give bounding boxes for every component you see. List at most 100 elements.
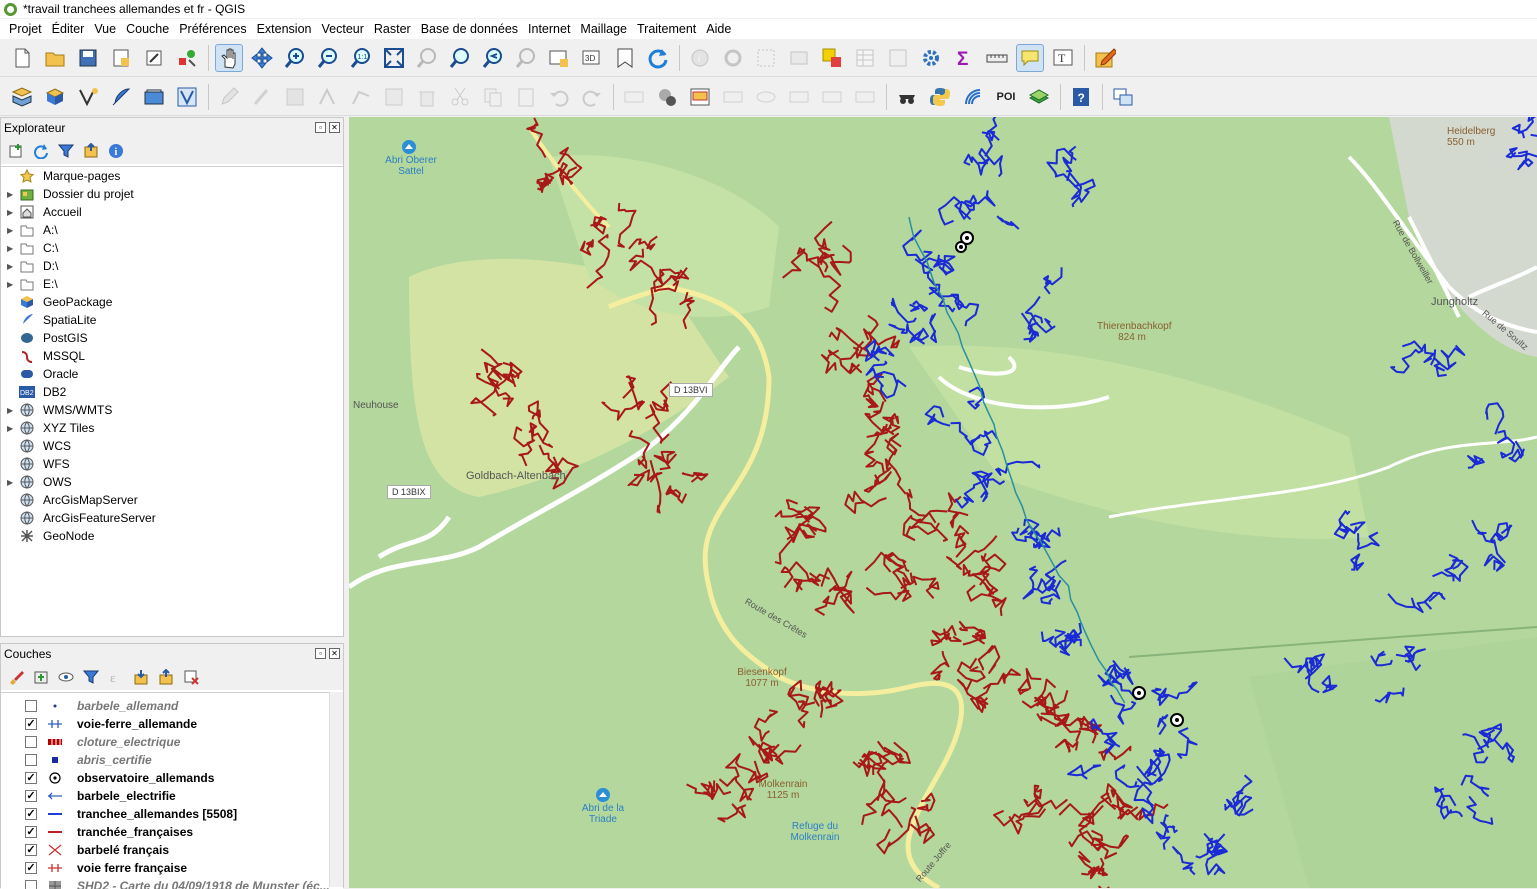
quickmap-services-button[interactable]: [893, 83, 921, 111]
data-source-manager-button[interactable]: [8, 83, 36, 111]
filter-legend-icon[interactable]: [82, 668, 100, 686]
explorer-item[interactable]: GeoPackage: [1, 293, 343, 311]
explorer-item[interactable]: ▶ C:\: [1, 239, 343, 257]
explorer-item[interactable]: ▶ D:\: [1, 257, 343, 275]
toggle-editing-button[interactable]: [215, 83, 243, 111]
close-panel-button[interactable]: ✕: [329, 648, 340, 659]
add-geopackage-button[interactable]: [41, 83, 69, 111]
layer-visibility-checkbox[interactable]: ✓: [25, 718, 37, 730]
explorer-item[interactable]: ▶ Dossier du projet: [1, 185, 343, 203]
menu-base-de-donnees[interactable]: Base de données: [416, 19, 523, 39]
layer-item[interactable]: ✓ tranchee_allemandes [5508]: [1, 805, 343, 823]
new-map-view-button[interactable]: [545, 44, 573, 72]
paste-features-button[interactable]: [512, 83, 540, 111]
vertex-tool-button[interactable]: [347, 83, 375, 111]
explorer-item[interactable]: ArcGisMapServer: [1, 491, 343, 509]
menu-couche[interactable]: Couche: [121, 19, 174, 39]
pan-to-selection-button[interactable]: [248, 44, 276, 72]
menu-vue[interactable]: Vue: [89, 19, 121, 39]
new-virtual-layer-button[interactable]: [140, 83, 168, 111]
layer-visibility-checkbox[interactable]: ✓: [25, 808, 37, 820]
layer-stack-button[interactable]: [1025, 83, 1053, 111]
label-toolbar-button[interactable]: [620, 83, 648, 111]
layer-item[interactable]: ✓ voie-ferre_allemande: [1, 715, 343, 733]
current-edits-button[interactable]: [248, 83, 276, 111]
zoom-full-button[interactable]: [380, 44, 408, 72]
menu-aide[interactable]: Aide: [701, 19, 736, 39]
zoom-native-button[interactable]: 1:1: [347, 44, 375, 72]
layer-visibility-checkbox[interactable]: ✓: [25, 790, 37, 802]
zoom-in-button[interactable]: [281, 44, 309, 72]
expand-arrow-icon[interactable]: ▶: [7, 280, 19, 289]
expand-arrow-icon[interactable]: ▶: [7, 262, 19, 271]
add-group-icon[interactable]: [32, 668, 50, 686]
menu-vecteur[interactable]: Vecteur: [317, 19, 369, 39]
explorer-item[interactable]: ▶ OWS: [1, 473, 343, 491]
properties-info-icon[interactable]: i: [107, 142, 125, 160]
explorer-item[interactable]: PostGIS: [1, 329, 343, 347]
attribute-table-button[interactable]: [851, 44, 879, 72]
expand-arrow-icon[interactable]: ▶: [7, 226, 19, 235]
explorer-item[interactable]: ▶ WMS/WMTS: [1, 401, 343, 419]
close-panel-button[interactable]: ✕: [329, 122, 340, 133]
layer-item[interactable]: barbele_allemand: [1, 697, 343, 715]
float-panel-button[interactable]: ▫: [315, 648, 326, 659]
menu-extension[interactable]: Extension: [252, 19, 317, 39]
new-3d-view-button[interactable]: 3D: [578, 44, 606, 72]
help-button[interactable]: ?: [1067, 83, 1095, 111]
select-by-value-button[interactable]: [785, 44, 813, 72]
layer-visibility-checkbox[interactable]: [25, 736, 37, 748]
undo-button[interactable]: [545, 83, 573, 111]
explorer-item[interactable]: GeoNode: [1, 527, 343, 545]
layer-visibility-checkbox[interactable]: ✓: [25, 844, 37, 856]
explorer-item[interactable]: MSSQL: [1, 347, 343, 365]
filter-expression-icon[interactable]: ε: [107, 668, 125, 686]
menu-internet[interactable]: Internet: [523, 19, 575, 39]
zoom-out-button[interactable]: [314, 44, 342, 72]
filter-icon[interactable]: [57, 142, 75, 160]
explorer-item[interactable]: ▶ E:\: [1, 275, 343, 293]
layers-scrollbar[interactable]: [329, 692, 343, 887]
new-spatialite-button[interactable]: [107, 83, 135, 111]
menu-projet[interactable]: Projet: [4, 19, 47, 39]
move-label-button[interactable]: [752, 83, 780, 111]
explorer-item[interactable]: WFS: [1, 455, 343, 473]
label-diagram-button[interactable]: [851, 83, 879, 111]
menu-raster[interactable]: Raster: [369, 19, 416, 39]
refresh-icon[interactable]: [32, 142, 50, 160]
refresh-button[interactable]: [644, 44, 672, 72]
copy-features-button[interactable]: [479, 83, 507, 111]
text-annotation-button[interactable]: T: [1049, 44, 1077, 72]
layer-item[interactable]: cloture_electrique: [1, 733, 343, 751]
select-features-button[interactable]: [752, 44, 780, 72]
explorer-item[interactable]: ▶ A:\: [1, 221, 343, 239]
float-panel-button[interactable]: ▫: [315, 122, 326, 133]
layer-visibility-checkbox[interactable]: ✓: [25, 772, 37, 784]
new-shapefile-button[interactable]: [74, 83, 102, 111]
style-manager-button[interactable]: [173, 44, 201, 72]
show-hide-labels-button[interactable]: [719, 83, 747, 111]
python-console-button[interactable]: [926, 83, 954, 111]
new-project-button[interactable]: [8, 44, 36, 72]
digitizing-button[interactable]: [1091, 44, 1119, 72]
expand-arrow-icon[interactable]: ▶: [7, 208, 19, 217]
change-label-button[interactable]: [818, 83, 846, 111]
remove-layer-icon[interactable]: [182, 668, 200, 686]
expand-arrow-icon[interactable]: ▶: [7, 424, 19, 433]
poi-button[interactable]: POI: [992, 83, 1020, 111]
new-temp-layer-button[interactable]: [173, 83, 201, 111]
pin-labels-button[interactable]: [653, 83, 681, 111]
layer-labeling-button[interactable]: [686, 83, 714, 111]
expand-all-icon[interactable]: [132, 668, 150, 686]
explorer-item[interactable]: ▶ Accueil: [1, 203, 343, 221]
style-brush-icon[interactable]: [7, 668, 25, 686]
layer-item[interactable]: SHD2 - Carte du 04/09/1918 de Munster (é…: [1, 877, 343, 889]
manage-visibility-icon[interactable]: [57, 668, 75, 686]
explorer-item[interactable]: Marque-pages: [1, 167, 343, 185]
explorer-item[interactable]: Oracle: [1, 365, 343, 383]
redo-button[interactable]: [578, 83, 606, 111]
statistical-summary-button[interactable]: Σ: [950, 44, 978, 72]
layer-item[interactable]: ✓ barbele_electrifie: [1, 787, 343, 805]
layer-visibility-checkbox[interactable]: [25, 700, 37, 712]
layer-item[interactable]: ✓ observatoire_allemands: [1, 769, 343, 787]
